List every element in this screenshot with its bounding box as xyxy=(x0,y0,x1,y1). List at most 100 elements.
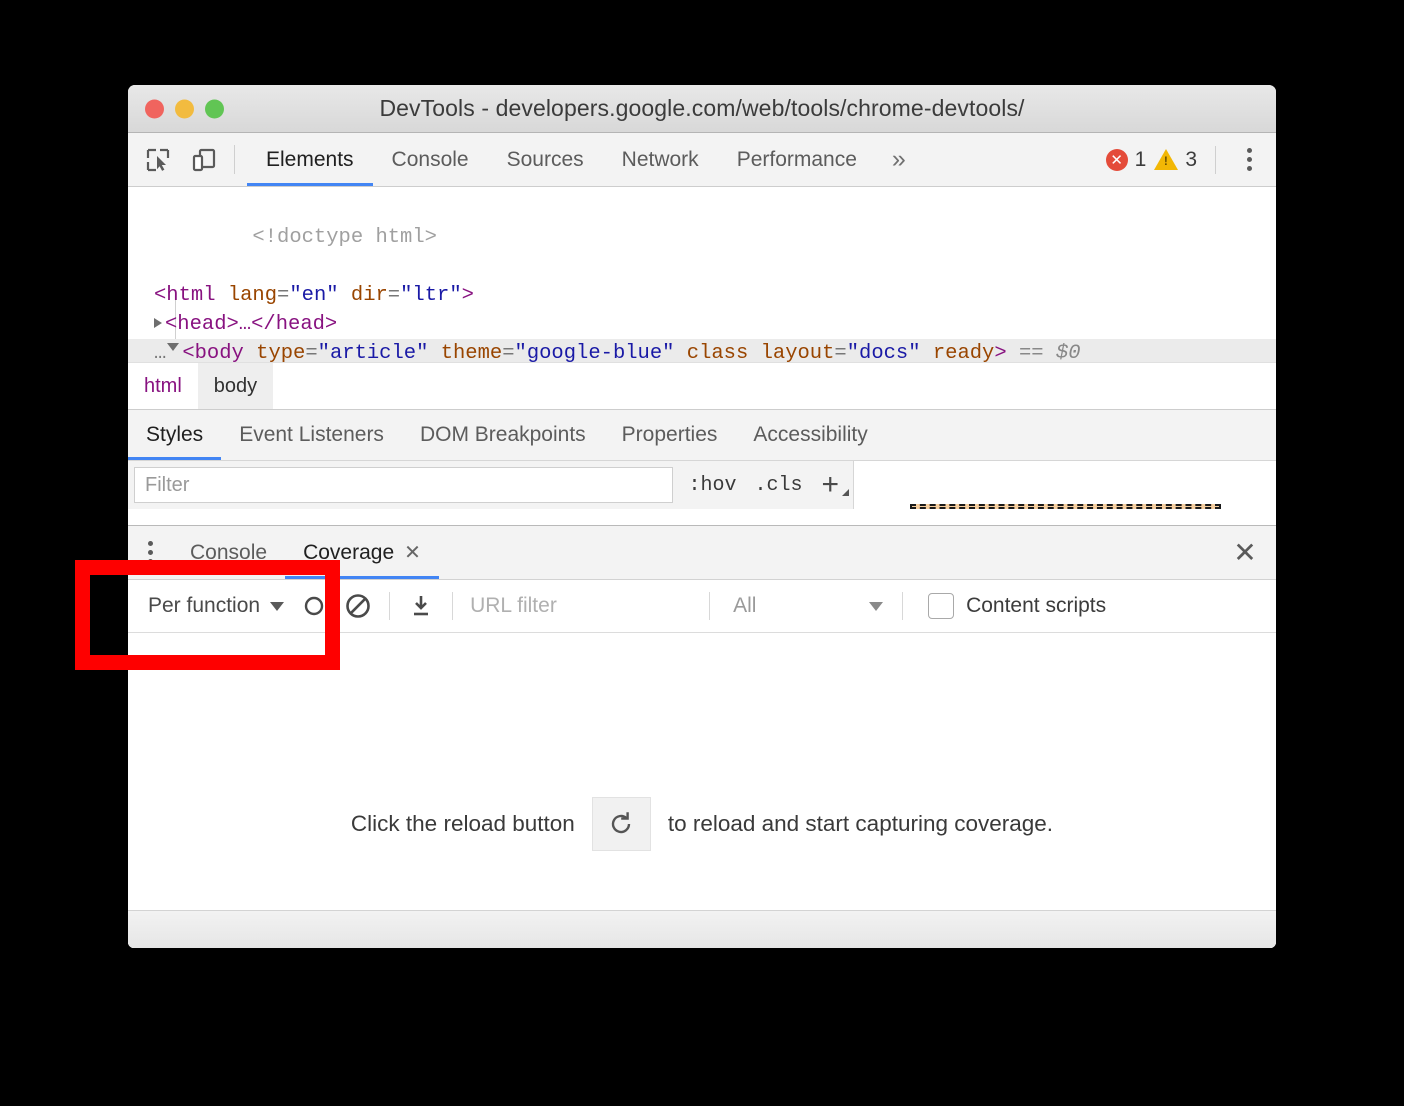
warning-count: 3 xyxy=(1185,148,1197,172)
plus-icon[interactable]: + xyxy=(811,470,853,500)
coverage-type-filter-select[interactable]: All xyxy=(719,594,893,618)
chevron-down-icon xyxy=(270,602,284,611)
drawer-tab-coverage-label: Coverage xyxy=(303,541,394,565)
close-drawer-button[interactable]: ✕ xyxy=(1214,526,1276,579)
warning-count-badge[interactable]: 3 xyxy=(1154,148,1197,172)
tab-properties[interactable]: Properties xyxy=(604,410,736,460)
breadcrumb: html body xyxy=(128,362,1276,409)
dom-tree: <!doctype html> <html lang="en" dir="ltr… xyxy=(128,187,1276,362)
zoom-window-button[interactable] xyxy=(205,99,224,118)
drawer-tab-coverage[interactable]: Coverage ✕ xyxy=(285,526,439,579)
breadcrumb-body-label: body xyxy=(214,375,257,398)
tab-console[interactable]: Console xyxy=(373,133,488,186)
drawer-tab-bar: Console Coverage ✕ ✕ xyxy=(128,526,1276,580)
toolbar-divider xyxy=(452,592,453,620)
url-filter-placeholder: URL filter xyxy=(470,594,557,617)
coverage-mode-label: Per function xyxy=(148,594,260,618)
tab-performance-label: Performance xyxy=(737,148,857,172)
tab-styles[interactable]: Styles xyxy=(128,410,221,460)
error-count-badge[interactable]: ✕ 1 xyxy=(1106,148,1147,172)
tab-accessibility[interactable]: Accessibility xyxy=(735,410,885,460)
window-title: DevTools - developers.google.com/web/too… xyxy=(128,95,1276,122)
styles-toolbar-row: Filter :hov .cls + xyxy=(128,460,1276,509)
dom-line-doctype[interactable]: <!doctype html> xyxy=(128,194,1276,281)
body-attr-type: type xyxy=(256,342,305,362)
dom-line-head[interactable]: <head>…</head> xyxy=(128,310,1276,339)
toggle-element-classes-button[interactable]: .cls xyxy=(745,474,811,497)
clear-all-icon[interactable] xyxy=(336,584,380,628)
checkbox-box[interactable] xyxy=(928,593,954,619)
coverage-toolbar: Per function xyxy=(128,580,1276,633)
export-icon[interactable] xyxy=(399,584,443,628)
dom-line-body[interactable]: …<body type="article" theme="google-blue… xyxy=(128,339,1276,362)
body-selected-marker: == $0 xyxy=(1019,342,1081,362)
toggle-device-toolbar-icon[interactable] xyxy=(188,144,220,176)
dom-line-html[interactable]: <html lang="en" dir="ltr"> xyxy=(128,281,1276,310)
head-tag-text: <head>…</head> xyxy=(165,313,337,336)
more-tabs-icon[interactable]: » xyxy=(876,133,922,186)
hov-label: :hov xyxy=(688,474,736,497)
coverage-hint: Click the reload button to reload and st… xyxy=(351,797,1053,851)
computed-box-model-pane xyxy=(854,461,1276,509)
tab-console-label: Console xyxy=(392,148,469,172)
tab-accessibility-label: Accessibility xyxy=(753,423,867,447)
tab-sources[interactable]: Sources xyxy=(488,133,603,186)
styles-filter-input[interactable]: Filter xyxy=(134,467,673,503)
toolbar-status-group: ✕ 1 3 xyxy=(1106,133,1276,186)
body-attr-ready: ready xyxy=(933,342,995,362)
tab-network-label: Network xyxy=(622,148,699,172)
html-attr-dir: dir xyxy=(351,284,388,307)
breadcrumb-item-body[interactable]: body xyxy=(198,363,273,409)
tab-performance[interactable]: Performance xyxy=(718,133,876,186)
tab-properties-label: Properties xyxy=(622,423,718,447)
close-icon[interactable]: ✕ xyxy=(404,540,421,565)
drawer-tab-console[interactable]: Console xyxy=(172,526,285,579)
toolbar-divider xyxy=(709,592,710,620)
kebab-menu-icon[interactable] xyxy=(1234,145,1264,175)
tab-dom-breakpoints-label: DOM Breakpoints xyxy=(420,423,586,447)
tab-event-listeners[interactable]: Event Listeners xyxy=(221,410,402,460)
body-attr-class-layout: class layout xyxy=(687,342,835,362)
body-attr-theme-value: "google-blue" xyxy=(515,342,675,362)
screenshot-root: DevTools - developers.google.com/web/too… xyxy=(0,0,1404,1106)
plus-dropdown-corner-icon xyxy=(842,489,849,496)
coverage-hint-prefix: Click the reload button xyxy=(351,811,575,837)
tab-event-listeners-label: Event Listeners xyxy=(239,423,384,447)
styles-toolbar: Filter :hov .cls + xyxy=(128,461,854,509)
tab-elements-label: Elements xyxy=(266,148,354,172)
devtools-main-toolbar: Elements Console Sources Network Perform… xyxy=(128,133,1276,187)
doctype-text: <!doctype html> xyxy=(252,226,437,249)
kebab-menu-icon[interactable] xyxy=(128,526,172,579)
body-prefix-ellipsis: … xyxy=(154,342,167,362)
collapse-arrow-icon[interactable] xyxy=(167,343,179,356)
body-attr-type-value: "article" xyxy=(318,342,429,362)
minimize-window-button[interactable] xyxy=(175,99,194,118)
toggle-hover-state-button[interactable]: :hov xyxy=(679,474,745,497)
warning-icon xyxy=(1154,149,1178,170)
breadcrumb-item-html[interactable]: html xyxy=(128,363,198,409)
close-icon: ✕ xyxy=(1233,536,1256,569)
error-count: 1 xyxy=(1135,148,1147,172)
content-scripts-checkbox[interactable]: Content scripts xyxy=(912,593,1106,619)
cls-label: .cls xyxy=(754,474,802,497)
chevron-down-icon xyxy=(869,602,883,611)
tab-sources-label: Sources xyxy=(507,148,584,172)
body-tag-close: > xyxy=(994,342,1006,362)
record-icon[interactable] xyxy=(292,584,336,628)
close-window-button[interactable] xyxy=(145,99,164,118)
window-footer-bar xyxy=(128,910,1276,948)
inspect-element-icon[interactable] xyxy=(142,144,174,176)
tab-network[interactable]: Network xyxy=(603,133,718,186)
devtools-panel-tabs: Elements Console Sources Network Perform… xyxy=(247,133,1106,186)
styles-pane-tabs: Styles Event Listeners DOM Breakpoints P… xyxy=(128,409,1276,460)
url-filter-input[interactable]: URL filter xyxy=(462,594,700,618)
html-attr-lang: lang xyxy=(228,284,277,307)
coverage-mode-select[interactable]: Per function xyxy=(140,594,292,618)
expand-arrow-icon[interactable] xyxy=(154,318,162,328)
toolbar-divider xyxy=(234,145,235,174)
tab-elements[interactable]: Elements xyxy=(247,133,373,186)
tab-dom-breakpoints[interactable]: DOM Breakpoints xyxy=(402,410,604,460)
reload-icon[interactable] xyxy=(592,797,651,851)
coverage-empty-state: Click the reload button to reload and st… xyxy=(128,633,1276,948)
html-attr-dir-value: "ltr" xyxy=(400,284,462,307)
